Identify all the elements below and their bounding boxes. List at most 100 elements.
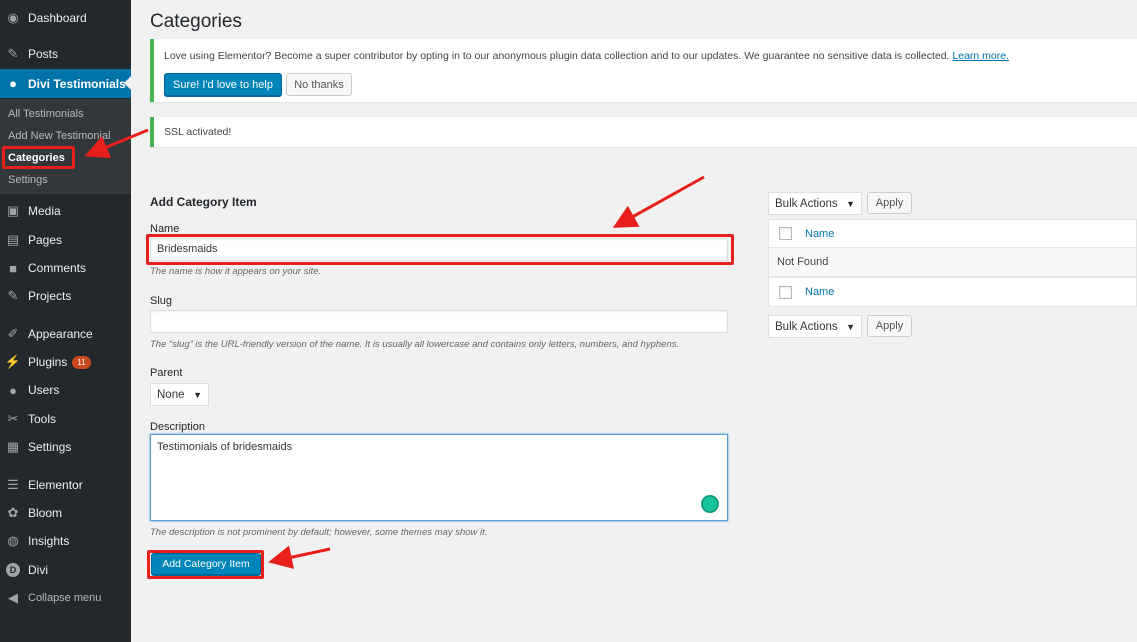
annotation-arrow	[268, 545, 331, 569]
menu-projects[interactable]: ✎ Projects	[0, 282, 131, 310]
menu-divi[interactable]: D Divi	[0, 556, 131, 584]
plug-icon: ⚡	[4, 354, 22, 369]
parent-select-value: None	[157, 388, 185, 401]
menu-settings[interactable]: ▦ Settings	[0, 433, 131, 461]
menu-label: Bloom	[28, 506, 63, 520]
menu-posts[interactable]: ✎ Posts	[0, 40, 131, 68]
menu-label: Collapse menu	[28, 592, 102, 604]
menu-plugins[interactable]: ⚡ Plugins 11	[0, 348, 131, 376]
menu-label: Pages	[28, 233, 63, 247]
menu-elementor[interactable]: ☰ Elementor	[0, 471, 131, 499]
menu-label: Media	[28, 204, 61, 218]
menu-divi-testimonials[interactable]: ● Divi Testimonials	[0, 69, 131, 98]
menu-insights[interactable]: ◍ Insights	[0, 527, 131, 555]
menu-label: Divi	[28, 563, 48, 577]
menu-dashboard[interactable]: ◉ Dashboard	[0, 4, 131, 32]
annotation-arrow	[612, 175, 705, 228]
menu-comments[interactable]: ■ Comments	[0, 254, 131, 282]
parent-select[interactable]: None ▼	[150, 383, 209, 406]
insights-icon: ◍	[7, 533, 19, 548]
menu-label: Posts	[28, 47, 59, 61]
menu-label: Comments	[28, 261, 87, 275]
submenu-settings[interactable]: Settings	[8, 174, 48, 186]
plugins-update-badge: 11	[72, 355, 91, 369]
grammarly-icon[interactable]	[701, 495, 719, 513]
description-label: Description	[150, 421, 206, 433]
brush-icon: ✐	[7, 326, 19, 341]
description-hint: The description is not prominent by defa…	[150, 527, 488, 538]
apply-button-bottom[interactable]: Apply	[867, 315, 912, 337]
name-label: Name	[150, 223, 180, 235]
name-column-header[interactable]: Name	[805, 228, 834, 240]
dashboard-icon: ◉	[7, 10, 19, 25]
menu-label: Settings	[28, 440, 72, 454]
pin-icon: ✎	[7, 46, 19, 61]
chevron-down-icon: ▼	[846, 198, 855, 209]
menu-label: Elementor	[28, 478, 83, 492]
menu-label: Divi Testimonials	[28, 76, 126, 91]
testimonials-submenu: All Testimonials Add New Testimonial Cat…	[0, 99, 131, 194]
name-hint: The name is how it appears on your site.	[150, 266, 322, 277]
menu-label: Insights	[28, 534, 70, 548]
empty-message: Not Found	[777, 256, 829, 268]
menu-label: Users	[28, 383, 60, 397]
slug-hint: The “slug” is the URL-friendly version o…	[150, 339, 680, 350]
add-category-item-button[interactable]: Add Category Item	[151, 553, 261, 575]
menu-users[interactable]: ● Users	[0, 376, 131, 404]
table-footer: Name	[768, 277, 1137, 307]
parent-label: Parent	[150, 367, 183, 379]
form-heading: Add Category Item	[150, 195, 257, 209]
collapse-menu-button[interactable]: ◀ Collapse menu	[0, 584, 131, 612]
name-column-footer[interactable]: Name	[805, 286, 834, 298]
menu-tools[interactable]: ✂ Tools	[0, 405, 131, 433]
menu-appearance[interactable]: ✐ Appearance	[0, 320, 131, 348]
user-icon: ●	[9, 382, 17, 398]
select-all-checkbox[interactable]	[779, 227, 792, 240]
submenu-categories[interactable]: Categories	[8, 152, 65, 164]
pages-icon: ▤	[6, 232, 20, 247]
menu-media[interactable]: ▣ Media	[0, 197, 131, 225]
ssl-notice: SSL activated!	[150, 117, 1137, 147]
bulk-actions-value: Bulk Actions	[775, 197, 838, 210]
description-textarea[interactable]: Testimonials of bridesmaids	[150, 434, 728, 521]
divi-icon: D	[6, 563, 20, 577]
opt-in-button[interactable]: Sure! I'd love to help	[164, 73, 282, 96]
menu-label: Projects	[28, 289, 72, 303]
name-field[interactable]: Bridesmaids	[150, 238, 728, 261]
menu-label: Tools	[28, 412, 57, 426]
menu-bloom[interactable]: ✿ Bloom	[0, 499, 131, 527]
submenu-add-new-testimonial[interactable]: Add New Testimonial	[8, 130, 111, 142]
pin-icon: ✎	[7, 288, 19, 303]
no-thanks-button[interactable]: No thanks	[286, 73, 352, 96]
collapse-icon: ◀	[8, 590, 18, 605]
user-icon: ●	[9, 76, 17, 91]
menu-label: Appearance	[28, 327, 93, 341]
settings-icon: ▦	[6, 439, 20, 454]
learn-more-link[interactable]: Learn more.	[952, 50, 1009, 62]
select-all-checkbox-footer[interactable]	[779, 285, 792, 299]
comment-icon: ■	[9, 260, 17, 276]
menu-label: Plugins	[28, 355, 68, 369]
page-title: Categories	[150, 11, 242, 32]
table-row-empty: Not Found	[768, 247, 1137, 277]
elementor-notice-text: Love using Elementor? Become a super con…	[164, 50, 1009, 62]
table-header: Name	[768, 219, 1137, 248]
notice-message: Love using Elementor? Become a super con…	[164, 50, 950, 62]
wrench-icon: ✂	[7, 411, 19, 426]
ssl-notice-text: SSL activated!	[164, 126, 232, 138]
chevron-down-icon: ▼	[846, 321, 855, 332]
bulk-actions-value: Bulk Actions	[775, 320, 838, 333]
apply-button-top[interactable]: Apply	[867, 192, 912, 214]
chevron-down-icon: ▼	[193, 389, 202, 400]
elementor-notice: Love using Elementor? Become a super con…	[150, 39, 1137, 102]
bulk-actions-select-top[interactable]: Bulk Actions ▼	[768, 192, 862, 215]
submenu-all-testimonials[interactable]: All Testimonials	[8, 108, 84, 120]
slug-field[interactable]	[150, 310, 728, 333]
media-icon: ▣	[6, 203, 20, 218]
menu-pages[interactable]: ▤ Pages	[0, 226, 131, 254]
elementor-icon: ☰	[7, 477, 19, 492]
bulk-actions-select-bottom[interactable]: Bulk Actions ▼	[768, 315, 862, 338]
menu-label: Dashboard	[28, 11, 87, 25]
admin-sidebar: ◉ Dashboard ✎ Posts ● Divi Testimonials All…	[0, 0, 131, 642]
bloom-icon: ✿	[7, 505, 19, 520]
